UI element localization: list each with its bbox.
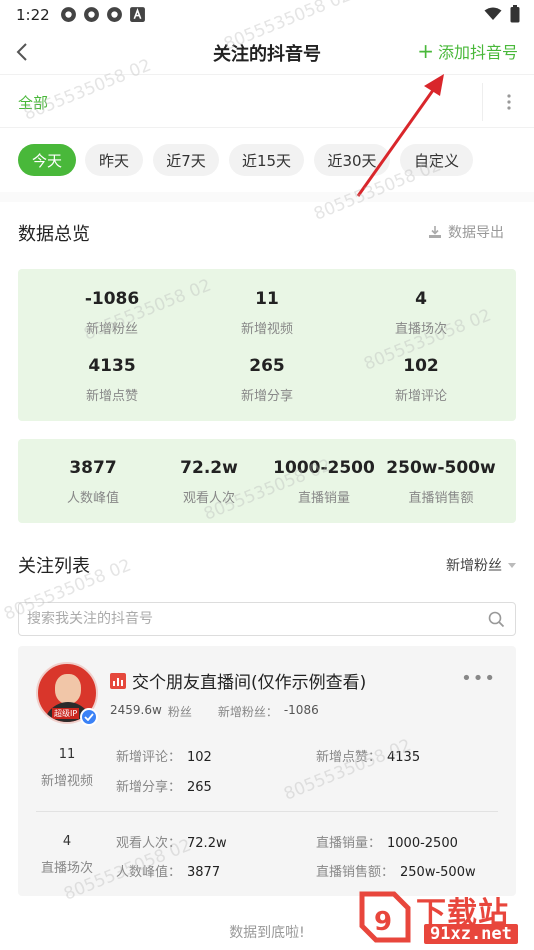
svg-text:9: 9 [374,907,392,937]
plus-icon: + [417,39,434,63]
verified-icon [80,708,98,726]
brand-sub-text: 91xz.net [424,924,518,944]
account-live-sessions: 4 直播场次 [32,834,102,876]
stat-value: -1086 [84,289,140,309]
stat-value: 250w-500w [386,458,496,478]
status-bar: 1:22 [0,0,534,30]
app-notification-icon [107,7,122,22]
stat-new-likes: 4135 新增点赞 [37,356,187,404]
add-account-label: 添加抖音号 [437,43,518,62]
brand-logo: 9 下载站 91xz.net [354,886,534,950]
stat-label: 新增粉丝 [85,322,138,337]
stat-new-shares: 265 新增分享 [192,356,342,404]
stat-value: 4 [415,289,427,309]
account-meta: 2459.6w 粉丝 新增粉丝： -1086 [110,703,319,720]
metric-value: 11 [58,747,76,762]
date-filter-30d[interactable]: 近30天 [314,144,390,176]
group-more-button[interactable] [482,83,534,121]
sort-label: 新增粉丝 [446,558,502,574]
status-time: 1:22 [16,6,50,24]
avatar-tag: 超级IP [52,708,80,719]
date-filter-custom[interactable]: 自定义 [400,144,473,176]
search-box [18,602,516,636]
account-name-row: 交个朋友直播间(仅作示例查看) [110,668,366,693]
account-peak-viewers: 人数峰值： 3877 [116,865,221,880]
followers-count: 2459.6w [110,703,162,717]
a-notification-icon [130,7,145,22]
stat-new-videos: 11 新增视频 [192,289,342,337]
stat-label: 新增视频 [240,322,293,337]
metric-label: 直播场次 [40,861,93,876]
date-filter-yesterday[interactable]: 昨天 [85,144,143,176]
account-name[interactable]: 交个朋友直播间(仅作示例查看) [132,668,366,693]
card-divider [36,811,498,812]
live-chart-icon [110,672,126,689]
metric-label: 新增视频 [40,774,93,789]
stat-live-revenue: 250w-500w 直播销售额 [366,458,516,506]
new-fans-value: -1086 [283,703,319,717]
date-filter-7d[interactable]: 近7天 [153,144,219,176]
account-live-revenue: 直播销售额： 250w-500w [316,865,476,880]
more-vertical-icon [506,94,511,110]
group-tab-all[interactable]: 全部 [18,92,48,113]
account-new-likes: 新增点赞： 4135 [316,750,421,765]
stat-value: 265 [249,356,285,376]
export-label: 数据导出 [448,225,504,241]
date-filter-today[interactable]: 今天 [18,144,76,176]
back-button[interactable] [8,38,36,66]
download-icon [429,226,441,238]
follow-list-title: 关注列表 [18,556,90,577]
sort-select[interactable]: 新增粉丝 [446,555,516,575]
date-filter-row: 今天 昨天 近7天 近15天 近30天 自定义 [0,128,534,192]
caret-down-icon [508,562,516,568]
stat-value: 4135 [88,356,136,376]
system-icons [484,5,520,23]
wifi-icon [484,7,502,20]
brand-badge-icon: 9 [359,891,411,943]
live-stats-card: 3877 人数峰值 72.2w 观看人次 1000-2500 直播销量 250w… [18,439,516,523]
app-notification-icon [84,7,99,22]
stat-label: 直播销售额 [408,491,474,506]
stat-new-fans: -1086 新增粉丝 [37,289,187,337]
stat-label: 新增评论 [394,389,447,404]
search-input[interactable] [27,603,477,635]
overview-stats-card: -1086 新增粉丝 11 新增视频 4 直播场次 4135 新增点赞 265 … [18,269,516,421]
search-icon[interactable] [488,611,505,628]
followers-label: 粉丝 [167,705,192,719]
notification-icons [60,6,146,23]
stat-label: 新增分享 [240,389,293,404]
date-filter-15d[interactable]: 近15天 [229,144,304,176]
more-horizontal-icon[interactable]: ••• [461,668,496,689]
new-fans-label: 新增粉丝： [217,705,278,719]
nav-bar: 关注的抖音号 + 添加抖音号 [0,30,534,74]
app-notification-icon [61,7,76,22]
overview-title: 数据总览 [18,224,90,245]
stat-label: 新增点赞 [85,389,138,404]
account-card[interactable]: 超级IP 交个朋友直播间(仅作示例查看) ••• 2459.6w 粉丝 新增粉丝… [18,646,516,896]
add-account-button[interactable]: + 添加抖音号 [417,39,518,63]
stat-value: 102 [403,356,439,376]
export-button[interactable]: 数据导出 [428,222,504,242]
battery-icon [510,5,520,23]
section-divider [0,192,534,202]
account-live-sales: 直播销量： 1000-2500 [316,836,458,851]
metric-value: 4 [62,834,72,849]
account-views: 观看人次： 72.2w [116,836,227,851]
account-new-comments: 新增评论： 102 [116,750,212,765]
chevron-left-icon [16,43,27,61]
stat-label: 直播场次 [394,322,447,337]
stat-new-comments: 102 新增评论 [346,356,496,404]
stat-live-sessions: 4 直播场次 [346,289,496,337]
account-new-videos: 11 新增视频 [32,747,102,789]
stat-value: 11 [255,289,279,309]
account-new-shares: 新增分享： 265 [116,780,212,795]
group-row: 全部 [0,74,534,128]
